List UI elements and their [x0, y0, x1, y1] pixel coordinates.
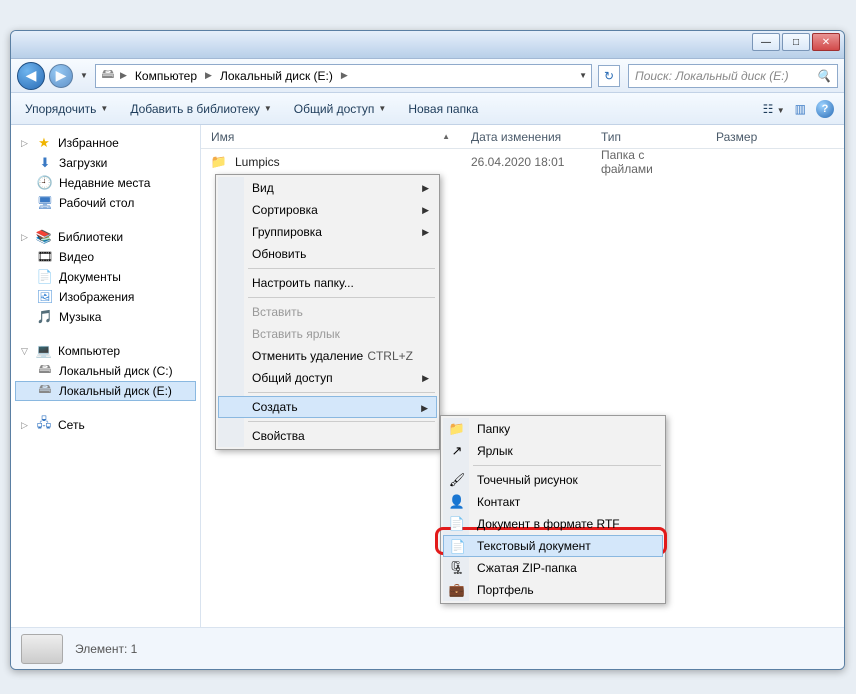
video-icon: 🎞 [37, 249, 53, 265]
menu-properties[interactable]: Свойства [218, 425, 437, 447]
contact-icon: 👤 [449, 494, 465, 510]
drive-icon: 🖴 [100, 68, 116, 84]
library-icon: 📚 [36, 229, 52, 245]
zip-icon: 🗜 [449, 560, 465, 576]
download-icon: ⬇ [37, 155, 53, 171]
menu-customize-folder[interactable]: Настроить папку... [218, 272, 437, 294]
shortcut-icon: ↗ [449, 443, 465, 459]
column-name[interactable]: Имя▲ [201, 130, 461, 144]
add-library-button[interactable]: Добавить в библиотеку▼ [126, 98, 275, 120]
context-menu: Вид▶ Сортировка▶ Группировка▶ Обновить Н… [215, 174, 440, 450]
breadcrumb-disk[interactable]: Локальный диск (E:) [216, 67, 337, 85]
preview-pane-button[interactable]: ▥ [795, 102, 806, 116]
menu-paste-shortcut: Вставить ярлык [218, 323, 437, 345]
search-icon: 🔍 [816, 69, 831, 83]
recent-icon: 🕘 [37, 175, 53, 191]
menu-create-contact[interactable]: 👤Контакт [443, 491, 663, 513]
sidebar-music[interactable]: 🎵Музыка [15, 307, 196, 327]
column-date[interactable]: Дата изменения [461, 130, 591, 144]
text-icon: 📄 [450, 539, 466, 555]
separator [248, 421, 435, 422]
arrange-button[interactable]: Упорядочить▼ [21, 98, 112, 120]
separator [248, 392, 435, 393]
menu-create-text[interactable]: 📄Текстовый документ [443, 535, 663, 557]
minimize-button[interactable]: — [752, 33, 780, 51]
sidebar-recent[interactable]: 🕘Недавние места [15, 173, 196, 193]
chevron-right-icon[interactable]: ▶ [339, 70, 350, 81]
menu-create-briefcase[interactable]: 💼Портфель [443, 579, 663, 601]
music-icon: 🎵 [37, 309, 53, 325]
image-icon: 🖼 [37, 289, 53, 305]
help-button[interactable]: ? [816, 100, 834, 118]
menu-create-folder[interactable]: 📁Папку [443, 418, 663, 440]
menu-sort[interactable]: Сортировка▶ [218, 199, 437, 221]
separator [248, 297, 435, 298]
sidebar-network[interactable]: ▷🖧Сеть [15, 415, 196, 435]
menu-create-rtf[interactable]: 📄Документ в формате RTF [443, 513, 663, 535]
rtf-icon: 📄 [449, 516, 465, 532]
history-dropdown[interactable]: ▼ [77, 62, 91, 90]
view-options-button[interactable]: ☷ ▼ [763, 102, 785, 116]
folder-icon: 📁 [449, 421, 465, 437]
sidebar-desktop[interactable]: 🖥Рабочий стол [15, 193, 196, 213]
network-icon: 🖧 [36, 417, 52, 433]
status-text: Элемент: 1 [75, 642, 137, 656]
sidebar-downloads[interactable]: ⬇Загрузки [15, 153, 196, 173]
context-submenu-create: 📁Папку ↗Ярлык 🖌Точечный рисунок 👤Контакт… [440, 415, 666, 604]
computer-icon: 💻 [36, 343, 52, 359]
column-headers: Имя▲ Дата изменения Тип Размер [201, 125, 844, 149]
sidebar: ▷★Избранное ⬇Загрузки 🕘Недавние места 🖥Р… [11, 125, 201, 645]
breadcrumb-computer[interactable]: Компьютер [131, 67, 201, 85]
column-type[interactable]: Тип [591, 130, 706, 144]
chevron-right-icon[interactable]: ▶ [118, 70, 129, 81]
menu-undo[interactable]: Отменить удалениеCTRL+Z [218, 345, 437, 367]
column-size[interactable]: Размер [706, 130, 786, 144]
menu-create-zip[interactable]: 🗜Сжатая ZIP-папка [443, 557, 663, 579]
toolbar: Упорядочить▼ Добавить в библиотеку▼ Общи… [11, 93, 844, 125]
breadcrumb[interactable]: 🖴 ▶ Компьютер ▶ Локальный диск (E:) ▶ ▼ [95, 64, 592, 88]
titlebar: — □ ✕ [11, 31, 844, 59]
sidebar-documents[interactable]: 📄Документы [15, 267, 196, 287]
sidebar-drive-e[interactable]: 🖴Локальный диск (E:) [15, 381, 196, 401]
menu-refresh[interactable]: Обновить [218, 243, 437, 265]
share-button[interactable]: Общий доступ▼ [290, 98, 391, 120]
file-row[interactable]: 📁Lumpics 26.04.2020 18:01 Папка с файлам… [201, 149, 844, 171]
chevron-right-icon[interactable]: ▶ [203, 70, 214, 81]
statusbar: Элемент: 1 [11, 627, 844, 669]
menu-create-bitmap[interactable]: 🖌Точечный рисунок [443, 469, 663, 491]
desktop-icon: 🖥 [37, 195, 53, 211]
menu-view[interactable]: Вид▶ [218, 177, 437, 199]
drive-icon [21, 634, 63, 664]
drive-icon: 🖴 [37, 363, 53, 379]
separator [473, 465, 661, 466]
sidebar-libraries-header[interactable]: ▷📚Библиотеки [15, 227, 196, 247]
bitmap-icon: 🖌 [449, 472, 465, 488]
refresh-button[interactable]: ↻ [598, 65, 620, 87]
search-input[interactable]: Поиск: Локальный диск (E:) 🔍 [628, 64, 838, 88]
drive-icon: 🖴 [37, 383, 53, 399]
maximize-button[interactable]: □ [782, 33, 810, 51]
star-icon: ★ [36, 135, 52, 151]
sidebar-favorites-header[interactable]: ▷★Избранное [15, 133, 196, 153]
separator [248, 268, 435, 269]
navigation-bar: ◀ ▶ ▼ 🖴 ▶ Компьютер ▶ Локальный диск (E:… [11, 59, 844, 93]
sidebar-computer-header[interactable]: ▽💻Компьютер [15, 341, 196, 361]
briefcase-icon: 💼 [449, 582, 465, 598]
close-button[interactable]: ✕ [812, 33, 840, 51]
menu-group[interactable]: Группировка▶ [218, 221, 437, 243]
forward-button[interactable]: ▶ [49, 64, 73, 88]
sidebar-drive-c[interactable]: 🖴Локальный диск (C:) [15, 361, 196, 381]
menu-paste: Вставить [218, 301, 437, 323]
menu-create-shortcut[interactable]: ↗Ярлык [443, 440, 663, 462]
back-button[interactable]: ◀ [17, 62, 45, 90]
search-placeholder: Поиск: Локальный диск (E:) [635, 69, 789, 83]
breadcrumb-dropdown[interactable]: ▼ [579, 71, 587, 80]
new-folder-button[interactable]: Новая папка [404, 98, 482, 120]
menu-create[interactable]: Создать▶ [218, 396, 437, 418]
sidebar-video[interactable]: 🎞Видео [15, 247, 196, 267]
folder-icon: 📁 [211, 154, 227, 170]
document-icon: 📄 [37, 269, 53, 285]
sidebar-images[interactable]: 🖼Изображения [15, 287, 196, 307]
menu-share[interactable]: Общий доступ▶ [218, 367, 437, 389]
